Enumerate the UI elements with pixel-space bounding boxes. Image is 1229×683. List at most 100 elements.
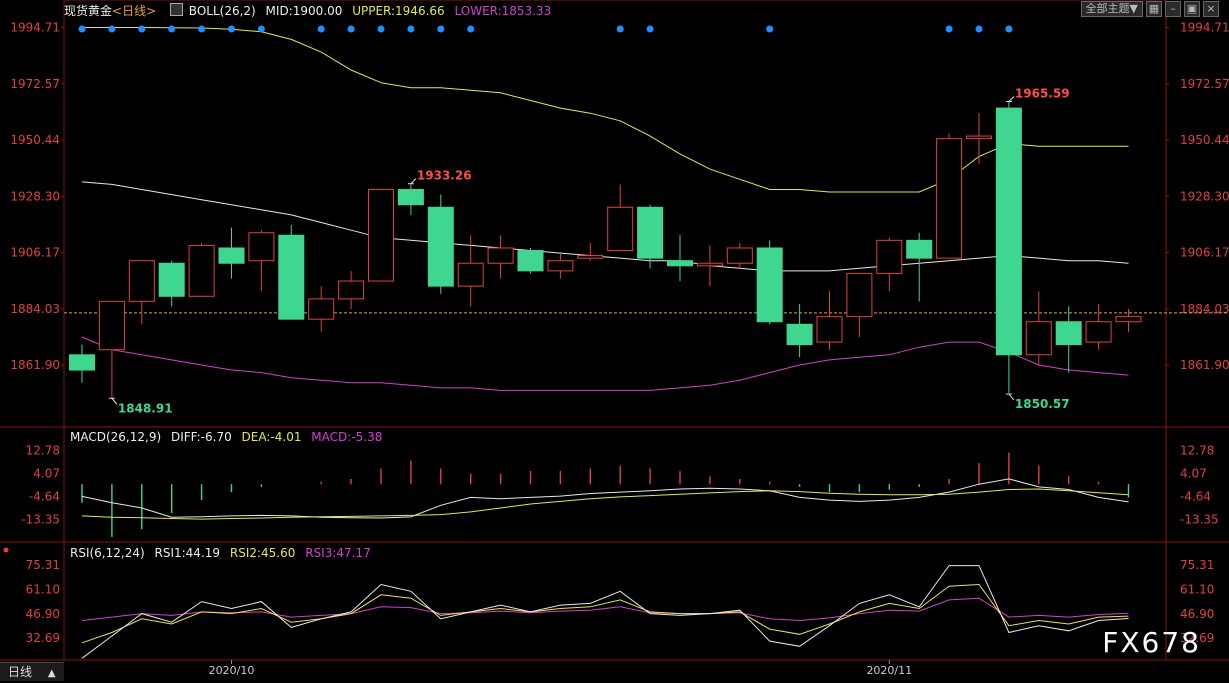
candle-up (188, 244, 215, 297)
candle-up (368, 188, 394, 282)
signal-dot (317, 25, 325, 33)
candle-up (846, 272, 873, 318)
candle-up (607, 206, 634, 252)
price-tick-label: 1950.44 (10, 133, 60, 147)
signal-dot (407, 25, 415, 33)
rsi-tick-label: 46.90 (1180, 607, 1214, 621)
extreme-price-label: 1850.57 (1015, 397, 1070, 411)
indicator-icon[interactable] (169, 3, 183, 16)
signal-dot (198, 25, 206, 33)
grid-layout-icon[interactable]: ▦ (1146, 1, 1162, 17)
macd-tick-label: -13.35 (21, 512, 60, 526)
minimize-icon[interactable]: – (1165, 1, 1181, 17)
candle-up (936, 138, 963, 259)
rsi1-value: RSI1:44.19 (154, 546, 221, 560)
price-tick-label: 1994.71 (10, 20, 60, 34)
candle-down (786, 323, 813, 346)
candle-down (667, 260, 693, 267)
candle-down (69, 354, 95, 371)
extreme-price-label: 1933.26 (417, 169, 472, 183)
macd-dea: DEA:-4.01 (241, 430, 302, 444)
fx678-watermark: FX678 (1102, 626, 1201, 659)
signal-dot (257, 25, 265, 33)
theme-dropdown[interactable]: 全部主题▼ (1080, 1, 1143, 17)
macd-tick-label: 4.07 (33, 466, 60, 480)
macd-diff: DIFF:-6.70 (170, 430, 232, 444)
theme-dropdown-label: 全部主题 (1085, 2, 1130, 15)
candle-down (995, 107, 1022, 356)
restore-icon[interactable]: ▣ (1184, 1, 1200, 17)
candle-up (876, 239, 903, 274)
candle-down (278, 234, 305, 320)
rsi3-value: RSI3:47.17 (305, 546, 371, 560)
signal-dot (945, 25, 953, 33)
boll-lower: LOWER:1853.33 (454, 4, 552, 18)
candle-down (427, 206, 454, 287)
time-axis-label: 2020/11 (866, 664, 912, 677)
candle-down (517, 250, 544, 272)
annotation-leader (1008, 96, 1015, 102)
candle-up (1025, 321, 1052, 356)
macd-tick-label: 12.78 (26, 443, 60, 457)
price-tick-label: 1972.57 (10, 77, 60, 91)
candle-up (248, 232, 275, 262)
candle-up (966, 135, 992, 140)
candle-up (1115, 316, 1142, 323)
boll-upper: UPPER:1946.66 (352, 4, 445, 18)
macd-tick-label: -4.64 (1180, 489, 1211, 503)
signal-dot (1005, 25, 1013, 33)
candle-up (577, 255, 604, 259)
candle-up (338, 280, 365, 300)
close-icon[interactable]: × (1203, 1, 1219, 17)
boll-lower-line (81, 336, 1129, 391)
record-dot-icon (3, 547, 9, 553)
signal-dot (467, 25, 475, 33)
annotation-leader (410, 178, 417, 185)
boll-mid: MID:1900.00 (265, 4, 343, 18)
signal-dot (616, 25, 624, 33)
macd-dea-line (81, 488, 1129, 520)
price-tick-label: 1972.57 (1180, 77, 1229, 91)
candle-down (637, 206, 664, 259)
rsi-tick-label: 75.31 (1180, 558, 1214, 572)
candle-up (457, 262, 484, 287)
signal-dot (138, 25, 146, 33)
instrument-name: 现货黄金 (64, 4, 113, 18)
rsi-tick-label: 61.10 (1180, 582, 1214, 596)
annotation-leader (111, 397, 118, 405)
candle-up (726, 247, 753, 264)
signal-dot (108, 25, 116, 33)
chart-canvas[interactable]: 1994.71 1994.71 1972.57 1972.57 1950.44 1950.… (0, 0, 1229, 681)
price-tick-label: 1906.17 (10, 246, 60, 260)
extreme-price-label: 1965.59 (1015, 87, 1070, 101)
candle-down (397, 188, 424, 206)
chart-toolbar: 全部主题▼ ▦ – ▣ × (1080, 1, 1219, 17)
candle-up (308, 298, 335, 320)
boll-label: BOLL(26,2) (188, 4, 256, 18)
macd-diff-line (81, 478, 1129, 519)
price-tick-label: 1994.71 (1180, 20, 1229, 34)
signal-dot (347, 25, 355, 33)
time-axis-label: 2020/10 (209, 664, 255, 677)
price-tick-label: 1928.30 (10, 189, 60, 203)
period-tab-daily[interactable]: 日线 ▲ (0, 662, 64, 681)
rsi-tick-label: 46.90 (26, 607, 60, 621)
rsi3-line (81, 597, 1129, 622)
macd-value: MACD:-5.38 (311, 430, 383, 444)
candle-up (696, 262, 723, 267)
price-tick-label: 1884.03 (10, 302, 60, 316)
rsi-tick-label: 32.69 (26, 631, 60, 645)
candle-down (906, 239, 933, 259)
macd-tick-label: -13.35 (1180, 512, 1219, 526)
macd-tick-label: 12.78 (1180, 443, 1214, 457)
candle-up (487, 247, 514, 264)
rsi-label: RSI(6,12,24) (70, 546, 145, 560)
candle-up (1085, 321, 1112, 343)
signal-dot (377, 25, 385, 33)
price-tick-label: 1928.30 (1180, 189, 1229, 203)
rsi-legend: RSI(6,12,24) RSI1:44.19 RSI2:45.60 RSI3:… (70, 546, 377, 560)
signal-dot (228, 25, 235, 33)
candle-up (98, 300, 125, 351)
signal-dot (437, 25, 445, 33)
price-tick-label: 1861.90 (1180, 358, 1229, 372)
